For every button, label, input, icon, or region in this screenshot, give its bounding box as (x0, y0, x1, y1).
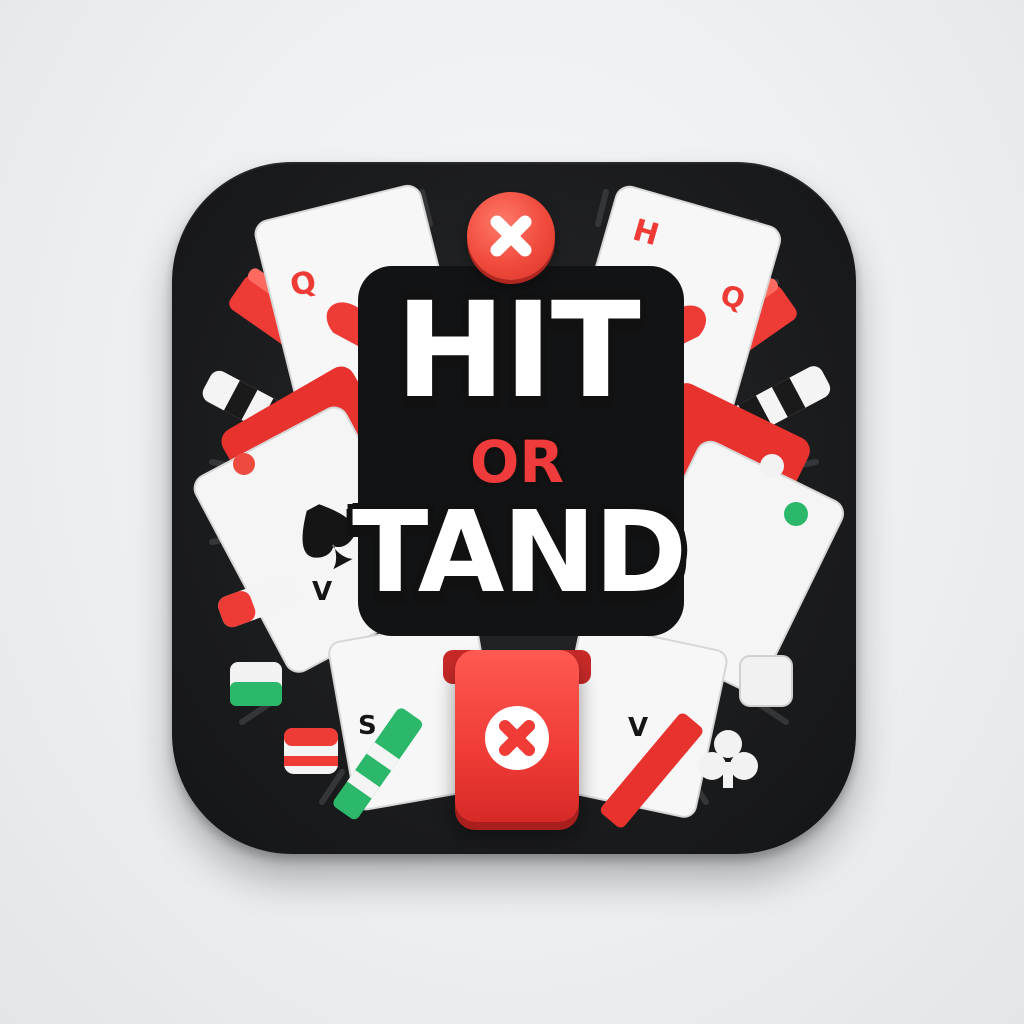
bottom-close-button[interactable] (455, 650, 579, 822)
card-bottom-left-rank: S (358, 711, 377, 741)
dot-red (233, 453, 255, 475)
chip-green-white (230, 662, 282, 706)
close-icon (485, 706, 549, 770)
title-line-hit: HIT (395, 274, 641, 428)
title-line-tand: TAND (352, 488, 687, 618)
top-close-button[interactable] (467, 192, 555, 280)
app-icon-canvas: Q H Q V S V HIT OR TAND (0, 0, 1024, 1024)
chip-white-right (739, 655, 793, 707)
card-left-rank: V (312, 577, 332, 607)
app-icon-tile[interactable]: Q H Q V S V HIT OR TAND (172, 162, 856, 854)
logo-title: HIT OR TAND (352, 262, 687, 632)
card-bottom-right-rank: V (628, 713, 648, 743)
chip-red-stack (284, 728, 338, 774)
dot-green (784, 502, 808, 526)
close-icon (490, 215, 532, 257)
dot-white (760, 454, 784, 478)
title-line-or: OR (470, 428, 564, 496)
